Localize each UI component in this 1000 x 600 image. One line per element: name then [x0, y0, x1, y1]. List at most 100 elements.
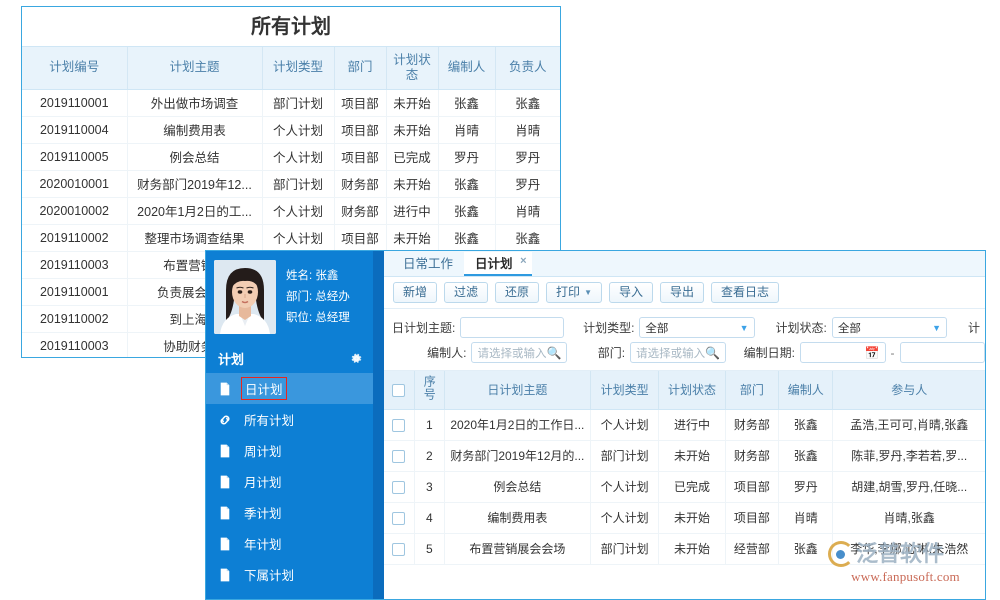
- export-button[interactable]: 导出: [660, 282, 704, 303]
- filter-dept-input[interactable]: 请选择或输入 🔍: [630, 342, 726, 363]
- filter-status-select[interactable]: 全部 ▼: [832, 317, 947, 338]
- table-cell: 个人计划: [262, 116, 334, 143]
- row-index-cell: 3: [414, 471, 444, 502]
- filter-date-from[interactable]: 📅: [800, 342, 885, 363]
- plan-subject-link[interactable]: 2020年1月2日的工作日...: [444, 409, 590, 440]
- plan-type-cell: 个人计划: [590, 471, 658, 502]
- table-row[interactable]: 2财务部门2019年12月的...部门计划未开始财务部张鑫陈菲,罗丹,李若若,罗…: [384, 440, 985, 471]
- table-row[interactable]: 2019110004编制费用表个人计划项目部未开始肖晴肖晴: [22, 116, 560, 143]
- plan-subject-link[interactable]: 编制费用表: [444, 502, 590, 533]
- content-area: 日常工作日计划× 新增过滤还原打印▼导入导出查看日志 日计划主题: 计划类型: …: [384, 251, 985, 599]
- sidebar-item-subordinate-plan[interactable]: 下属计划: [206, 559, 373, 590]
- date-range-separator: -: [891, 346, 895, 360]
- close-icon[interactable]: ×: [520, 250, 526, 273]
- sidebar-item-yearly-plan[interactable]: 年计划: [206, 528, 373, 559]
- grid-col-subject[interactable]: 日计划主题: [444, 371, 590, 409]
- file-icon: [218, 443, 232, 458]
- row-select-cell[interactable]: [384, 409, 414, 440]
- row-checkbox[interactable]: [392, 512, 405, 525]
- table-row[interactable]: 2020010001财务部门2019年12...部门计划财务部未开始张鑫罗丹: [22, 170, 560, 197]
- sidebar-item-monthly-plan[interactable]: 月计划: [206, 466, 373, 497]
- select-all-checkbox[interactable]: [392, 384, 405, 397]
- table-row[interactable]: 2019110001外出做市场调查部门计划项目部未开始张鑫张鑫: [22, 89, 560, 116]
- author-cell: 罗丹: [779, 471, 833, 502]
- plan-subject-link[interactable]: 财务部门2019年12月的...: [444, 440, 590, 471]
- sidebar-item-quarterly-plan[interactable]: 季计划: [206, 497, 373, 528]
- col-plan-no[interactable]: 计划编号: [22, 47, 127, 89]
- table-cell: 2020年1月2日的工...: [127, 197, 262, 224]
- row-select-cell[interactable]: [384, 502, 414, 533]
- author-cell: 张鑫: [779, 440, 833, 471]
- sidebar-item-label: 所有计划: [241, 409, 297, 430]
- table-cell: 未开始: [386, 89, 438, 116]
- col-dept[interactable]: 部门: [334, 47, 386, 89]
- table-row[interactable]: 2019110002整理市场调查结果个人计划项目部未开始张鑫张鑫: [22, 224, 560, 251]
- add-button[interactable]: 新增: [393, 282, 437, 303]
- table-row[interactable]: 4编制费用表个人计划未开始项目部肖晴肖晴,张鑫: [384, 502, 985, 533]
- row-checkbox[interactable]: [392, 419, 405, 432]
- filter-button[interactable]: 过滤: [444, 282, 488, 303]
- toolbar: 新增过滤还原打印▼ 导入导出查看日志: [384, 277, 985, 309]
- sidebar-item-all-plans[interactable]: 所有计划: [206, 404, 373, 435]
- sidebar-item-label: 周计划: [241, 440, 285, 461]
- row-checkbox[interactable]: [392, 543, 405, 556]
- row-select-cell[interactable]: [384, 533, 414, 564]
- filter-type-value: 全部: [645, 320, 668, 336]
- file-icon: [218, 567, 232, 582]
- filter-author-placeholder: 请选择或输入: [477, 345, 546, 361]
- select-all-header[interactable]: [384, 371, 414, 409]
- col-plan-subject[interactable]: 计划主题: [127, 47, 262, 89]
- toolbar-button-label: 新增: [403, 283, 427, 302]
- sidebar-item-label: 季计划: [241, 502, 285, 523]
- filter-type-select[interactable]: 全部 ▼: [639, 317, 754, 338]
- file-icon: [218, 474, 232, 489]
- row-select-cell[interactable]: [384, 440, 414, 471]
- row-checkbox[interactable]: [392, 481, 405, 494]
- import-button[interactable]: 导入: [609, 282, 653, 303]
- table-cell: 未开始: [386, 170, 438, 197]
- col-owner[interactable]: 负责人: [495, 47, 560, 89]
- sidebar-item-weekly-plan[interactable]: 周计划: [206, 435, 373, 466]
- print-button[interactable]: 打印▼: [546, 282, 602, 303]
- gear-icon[interactable]: [350, 352, 363, 365]
- grid-col-type[interactable]: 计划类型: [590, 371, 658, 409]
- table-cell: 张鑫: [438, 224, 495, 251]
- grid-col-author[interactable]: 编制人: [779, 371, 833, 409]
- table-row[interactable]: 12020年1月2日的工作日...个人计划进行中财务部张鑫孟浩,王可可,肖晴,张…: [384, 409, 985, 440]
- col-plan-type[interactable]: 计划类型: [262, 47, 334, 89]
- restore-button[interactable]: 还原: [495, 282, 539, 303]
- plan-subject-link[interactable]: 例会总结: [444, 471, 590, 502]
- row-select-cell[interactable]: [384, 471, 414, 502]
- sidebar-item-label: 月计划: [241, 471, 285, 492]
- grid-col-index[interactable]: 序号: [414, 371, 444, 409]
- filter-date-to[interactable]: [900, 342, 985, 363]
- table-row[interactable]: 2019110005例会总结个人计划项目部已完成罗丹罗丹: [22, 143, 560, 170]
- grid-col-participants[interactable]: 参与人: [833, 371, 985, 409]
- filter-subject-input[interactable]: [460, 317, 564, 338]
- tab-label: 日常工作: [403, 257, 453, 271]
- profile-title: 职位: 总经理: [286, 308, 350, 329]
- table-cell: 2019110001: [22, 89, 127, 116]
- chevron-down-icon: ▼: [584, 283, 592, 302]
- plan-status-cell: 已完成: [659, 471, 725, 502]
- view-log-button[interactable]: 查看日志: [711, 282, 779, 303]
- col-author[interactable]: 编制人: [438, 47, 495, 89]
- table-row[interactable]: 5布置营销展会会场部门计划未开始经营部张鑫李华,李娜,心琳,朱浩然: [384, 533, 985, 564]
- file-icon: [218, 505, 232, 520]
- plan-status-cell: 未开始: [659, 440, 725, 471]
- plan-subject-link[interactable]: 布置营销展会会场: [444, 533, 590, 564]
- tab-daily-work[interactable]: 日常工作: [392, 252, 464, 276]
- col-plan-status[interactable]: 计划状态: [386, 47, 438, 89]
- sidebar-item-daily-plan[interactable]: 日计划: [206, 373, 373, 404]
- row-checkbox[interactable]: [392, 450, 405, 463]
- dept-cell: 财务部: [725, 409, 778, 440]
- filter-author-input[interactable]: 请选择或输入 🔍: [471, 342, 567, 363]
- grid-col-dept[interactable]: 部门: [725, 371, 778, 409]
- author-cell: 肖晴: [779, 502, 833, 533]
- tab-daily-plan[interactable]: 日计划×: [464, 252, 532, 276]
- table-row[interactable]: 20200100022020年1月2日的工...个人计划财务部进行中张鑫肖晴: [22, 197, 560, 224]
- grid-col-status[interactable]: 计划状态: [659, 371, 725, 409]
- plan-status-cell: 未开始: [659, 533, 725, 564]
- table-row[interactable]: 3例会总结个人计划已完成项目部罗丹胡建,胡雪,罗丹,任晓...: [384, 471, 985, 502]
- data-grid-wrapper[interactable]: 序号 日计划主题 计划类型 计划状态 部门 编制人 参与人 12020年1月2日…: [384, 371, 985, 599]
